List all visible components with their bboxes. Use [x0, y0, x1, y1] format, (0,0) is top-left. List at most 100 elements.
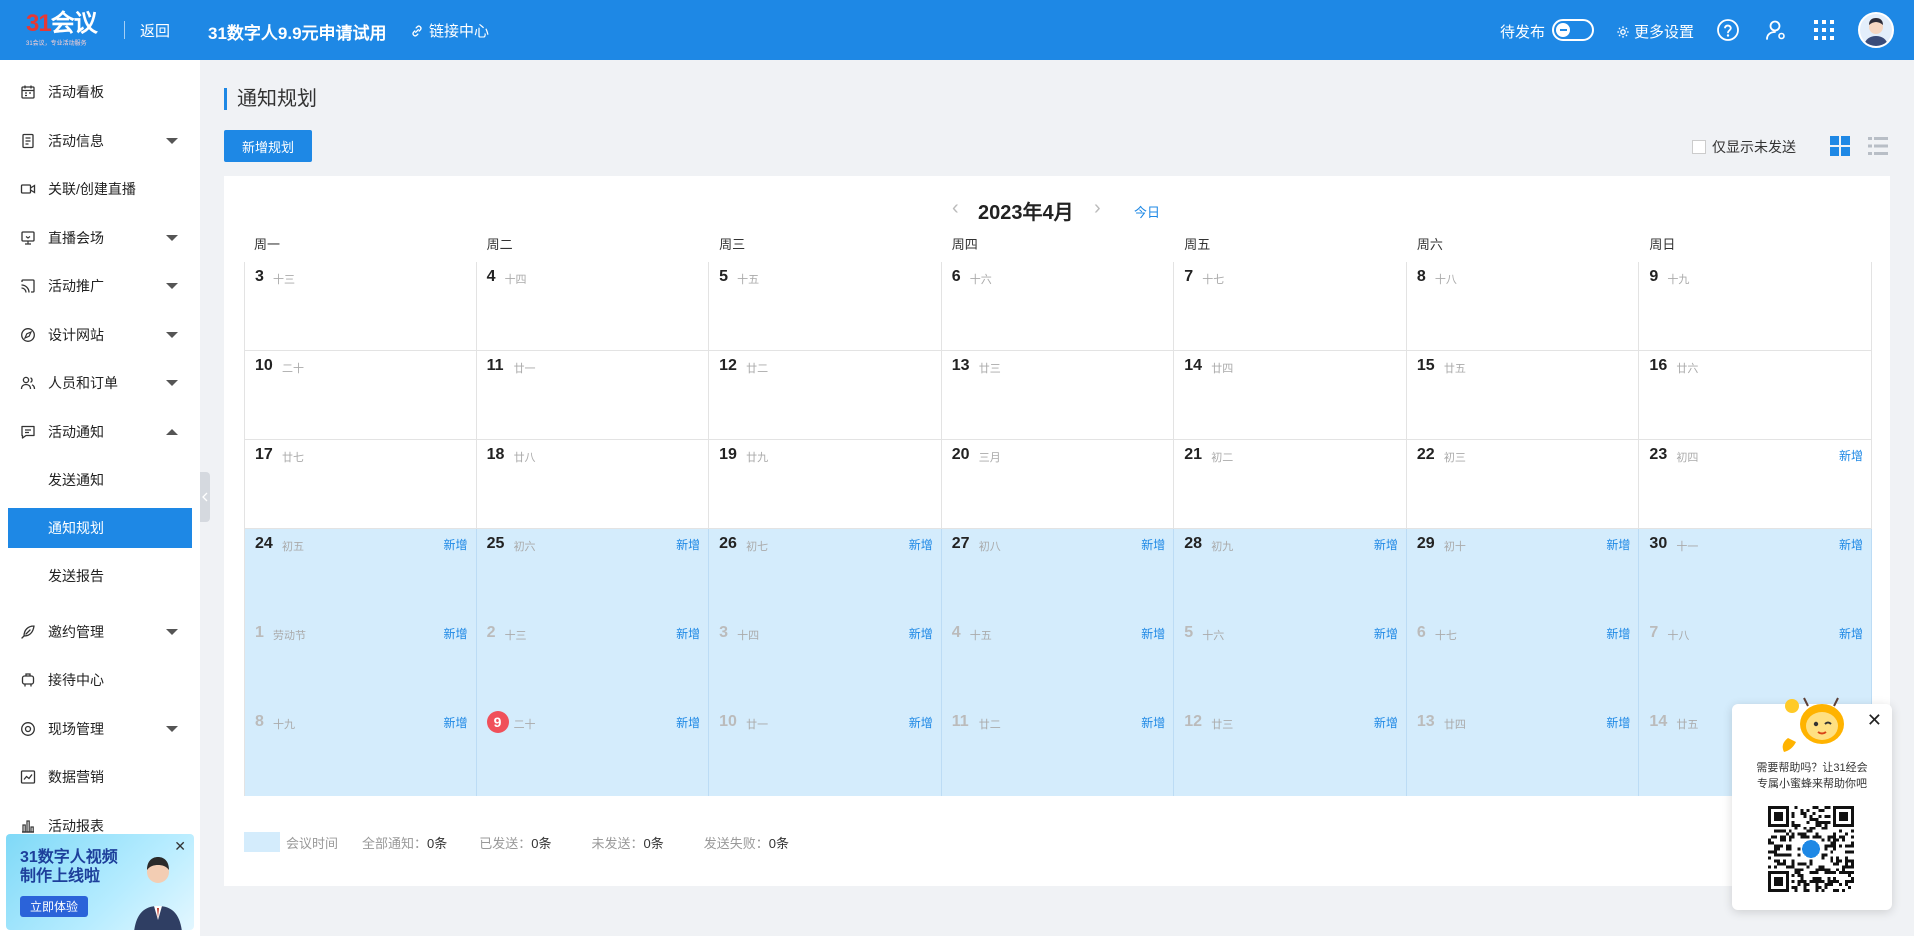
link-center-button[interactable]: 链接中心 [410, 20, 489, 41]
today-button[interactable]: 今日 [1134, 202, 1160, 221]
calendar-day-cell[interactable]: 1 劳动节 新增 [244, 618, 477, 707]
calendar-day-cell[interactable]: 13 廿四 新增 [1406, 707, 1640, 796]
calendar-day-cell[interactable]: 5 十六 新增 [1174, 618, 1407, 707]
calendar-day-cell[interactable]: 3 十三 [244, 262, 477, 351]
calendar-day-cell[interactable]: 19 廿九 [709, 440, 942, 529]
calendar-day-cell[interactable]: 8 十九 新增 [244, 707, 477, 796]
add-notice-link[interactable]: 新增 [1839, 536, 1863, 553]
add-notice-link[interactable]: 新增 [676, 536, 700, 553]
promo-link[interactable]: 31数字人9.9元申请试用 [208, 19, 387, 44]
ad-try-now-button[interactable]: 立即体验 [20, 896, 89, 917]
calendar-day-cell[interactable]: 25 初六 新增 [476, 529, 710, 618]
sidebar-item-reception[interactable]: 接待中心 [8, 660, 192, 700]
add-notice-link[interactable]: 新增 [1839, 625, 1863, 642]
stat-value: 0条 [768, 835, 790, 851]
calendar-day-cell[interactable]: 11 廿二 新增 [941, 707, 1175, 796]
add-notice-link[interactable]: 新增 [1606, 714, 1630, 731]
calendar-day-cell[interactable]: 21 初二 [1174, 440, 1407, 529]
user-avatar[interactable] [1858, 12, 1894, 48]
add-notice-link[interactable]: 新增 [1839, 447, 1863, 464]
calendar-day-cell[interactable]: 2 十三 新增 [476, 618, 710, 707]
add-notice-link[interactable]: 新增 [1374, 714, 1398, 731]
only-unsent-checkbox[interactable]: 仅显示未发送 [1692, 137, 1796, 157]
add-notice-link[interactable]: 新增 [676, 625, 700, 642]
calendar-day-cell[interactable]: 12 廿三 新增 [1174, 707, 1407, 796]
add-notice-link[interactable]: 新增 [1141, 536, 1165, 553]
calendar-day-cell[interactable]: 10 廿一 新增 [709, 707, 942, 796]
calendar-day-cell[interactable]: 13 廿三 [941, 351, 1175, 440]
calendar-day-cell[interactable]: 24 初五 新增 [244, 529, 477, 618]
sidebar-item-invitation[interactable]: 邀约管理 [8, 612, 192, 652]
add-notice-link[interactable]: 新增 [1374, 625, 1398, 642]
sidebar-collapse-handle[interactable] [200, 472, 210, 522]
sidebar-item-promotion[interactable]: 活动推广 [8, 266, 192, 306]
calendar-day-cell[interactable]: 30 十一 新增 [1639, 529, 1872, 618]
calendar-day-cell[interactable]: 15 廿五 [1406, 351, 1640, 440]
calendar-day-cell[interactable]: 10 二十 [244, 351, 477, 440]
calendar-day-cell[interactable]: 7 十七 [1174, 262, 1407, 351]
calendar-day-cell[interactable]: 16 廿六 [1639, 351, 1872, 440]
sidebar-item-onsite[interactable]: 现场管理 [8, 709, 192, 749]
apps-button[interactable] [1810, 16, 1838, 44]
calendar-day-cell[interactable]: 28 初九 新增 [1174, 529, 1407, 618]
sidebar-item-activity-notice[interactable]: 活动通知 [8, 412, 192, 452]
sidebar-item-data-marketing[interactable]: 数据营销 [8, 757, 192, 797]
calendar-day-cell[interactable]: 20 三月 [941, 440, 1175, 529]
add-notice-link[interactable]: 新增 [676, 714, 700, 731]
sidebar-item-people-orders[interactable]: 人员和订单 [8, 363, 192, 403]
grid-view-button[interactable] [1830, 136, 1850, 156]
list-view-button[interactable] [1868, 136, 1888, 156]
add-notice-link[interactable]: 新增 [444, 625, 468, 642]
checkbox-box[interactable] [1692, 140, 1706, 154]
calendar-day-cell[interactable]: 27 初八 新增 [941, 529, 1175, 618]
calendar-day-cell[interactable]: 23 初四 新增 [1639, 440, 1872, 529]
user-settings-button[interactable] [1762, 16, 1790, 44]
add-notice-link[interactable]: 新增 [1374, 536, 1398, 553]
sidebar-item-activity-info[interactable]: 活动信息 [8, 121, 192, 161]
calendar-day-cell[interactable]: 5 十五 [709, 262, 942, 351]
calendar-day-cell[interactable]: 3 十四 新增 [709, 618, 942, 707]
add-notice-link[interactable]: 新增 [1606, 536, 1630, 553]
digital-human-ad-banner[interactable]: 31数字人视频制作上线啦 立即体验 ✕ [6, 834, 194, 930]
add-notice-link[interactable]: 新增 [1141, 625, 1165, 642]
add-notice-link[interactable]: 新增 [1606, 625, 1630, 642]
calendar-day-cell[interactable]: 14 廿四 [1174, 351, 1407, 440]
add-plan-button[interactable]: 新增规划 [224, 130, 312, 162]
add-notice-link[interactable]: 新增 [909, 536, 933, 553]
back-link[interactable]: 返回 [140, 20, 170, 41]
lunar-date: 十六 [969, 274, 992, 286]
sidebar-item-live-link[interactable]: 关联/创建直播 [8, 169, 192, 209]
sidebar-item-activity-board[interactable]: 活动看板 [8, 72, 192, 112]
add-notice-link[interactable]: 新增 [1141, 714, 1165, 731]
more-settings-button[interactable]: 更多设置 [1616, 21, 1694, 42]
calendar-day-cell[interactable]: 6 十七 新增 [1406, 618, 1640, 707]
calendar-day-cell[interactable]: 12 廿二 [709, 351, 942, 440]
publish-toggle[interactable] [1552, 19, 1594, 41]
sidebar-item-live-venue[interactable]: 直播会场 [8, 218, 192, 258]
chevron-left-icon[interactable]: ‹ [952, 197, 959, 220]
sidebar-item-design-site[interactable]: 设计网站 [8, 315, 192, 355]
add-notice-link[interactable]: 新增 [444, 714, 468, 731]
add-notice-link[interactable]: 新增 [909, 625, 933, 642]
calendar-day-cell[interactable]: 11 廿一 [476, 351, 710, 440]
logo[interactable]: 31会议 31会议，专业活动服务 [26, 12, 108, 48]
sidebar-subitem-send-notice[interactable]: 发送通知 [8, 460, 192, 500]
calendar-day-cell[interactable]: 4 十五 新增 [941, 618, 1175, 707]
close-icon[interactable]: ✕ [1867, 710, 1882, 731]
chevron-right-icon[interactable]: › [1094, 197, 1101, 220]
calendar-day-cell[interactable]: 18 廿八 [476, 440, 710, 529]
sidebar-subitem-notice-plan[interactable]: 通知规划 [8, 508, 192, 548]
calendar-day-cell[interactable]: 29 初十 新增 [1406, 529, 1640, 618]
add-notice-link[interactable]: 新增 [909, 714, 933, 731]
calendar-day-cell[interactable]: 6 十六 [941, 262, 1175, 351]
calendar-day-cell[interactable]: 8 十八 [1406, 262, 1640, 351]
calendar-day-cell[interactable]: 9 二十 新增 [476, 707, 710, 796]
sidebar-subitem-send-report[interactable]: 发送报告 [8, 556, 192, 596]
calendar-day-cell[interactable]: 17 廿七 [244, 440, 477, 529]
calendar-day-cell[interactable]: 22 初三 [1406, 440, 1640, 529]
add-notice-link[interactable]: 新增 [444, 536, 468, 553]
help-button[interactable] [1714, 16, 1742, 44]
calendar-day-cell[interactable]: 4 十四 [476, 262, 710, 351]
calendar-day-cell[interactable]: 26 初七 新增 [709, 529, 942, 618]
calendar-day-cell[interactable]: 9 十九 [1639, 262, 1872, 351]
